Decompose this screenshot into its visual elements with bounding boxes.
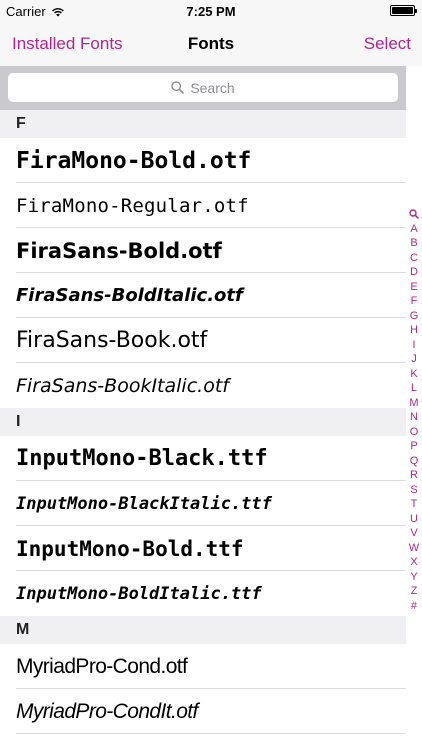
select-button[interactable]: Select: [364, 34, 411, 54]
battery-icon: [390, 5, 417, 16]
index-letter[interactable]: F: [409, 294, 419, 309]
index-letter[interactable]: E: [409, 280, 419, 295]
index-letter[interactable]: X: [409, 555, 419, 570]
index-letter[interactable]: S: [409, 483, 419, 498]
search-input[interactable]: Search: [8, 73, 398, 102]
index-letter[interactable]: Z: [409, 584, 419, 599]
index-letter[interactable]: P: [409, 439, 419, 454]
index-search-icon[interactable]: [409, 207, 419, 222]
index-letter[interactable]: T: [409, 497, 419, 512]
font-row[interactable]: MyriadPro-Cond.otf: [0, 644, 406, 689]
font-name: FiraSans-BoldItalic.otf: [16, 285, 243, 306]
font-name: FiraMono-Regular.otf: [16, 194, 249, 217]
font-name: InputMono-Black.ttf: [16, 446, 268, 471]
font-row[interactable]: InputMono-BoldItalic.ttf: [0, 571, 406, 616]
index-letter[interactable]: Q: [409, 454, 419, 469]
index-letter[interactable]: V: [409, 526, 419, 541]
navigation-bar: Installed Fonts Fonts Select: [0, 22, 422, 66]
font-row[interactable]: FiraMono-Regular.otf: [0, 183, 406, 228]
index-letter[interactable]: B: [409, 236, 419, 251]
index-letter[interactable]: L: [409, 381, 419, 396]
index-letter[interactable]: W: [409, 541, 419, 556]
status-time: 7:25 PM: [186, 4, 236, 19]
section-index[interactable]: A B C D E F G H I J K L M N O P Q R S T U V W X Y Z #: [406, 207, 422, 613]
index-letter[interactable]: U: [409, 512, 419, 527]
font-name: InputMono-BoldItalic.ttf: [16, 583, 262, 604]
status-bar: Carrier 7:25 PM: [0, 0, 422, 22]
index-letter[interactable]: H: [409, 323, 419, 338]
index-letter[interactable]: I: [409, 338, 419, 353]
font-name: FiraSans-BookItalic.otf: [16, 374, 229, 397]
font-row[interactable]: InputMono-Bold.ttf: [0, 526, 406, 571]
index-letter[interactable]: R: [409, 468, 419, 483]
font-name: FiraSans-Bold.otf: [16, 238, 222, 263]
font-name: FiraMono-Bold.otf: [16, 147, 252, 174]
font-row[interactable]: MyriadPro-CondIt.otf: [0, 689, 406, 734]
index-letter[interactable]: N: [409, 410, 419, 425]
section-header-f: F: [0, 110, 406, 138]
installed-fonts-back-button[interactable]: Installed Fonts: [12, 34, 123, 54]
index-letter[interactable]: C: [409, 251, 419, 266]
font-name: MyriadPro-CondIt.otf: [16, 699, 198, 723]
font-row[interactable]: FiraSans-BookItalic.otf: [0, 363, 406, 408]
font-row[interactable]: FiraSans-Book.otf: [0, 318, 406, 363]
index-letter[interactable]: Y: [409, 570, 419, 585]
font-row[interactable]: FiraSans-BoldItalic.otf: [0, 273, 406, 318]
font-name: InputMono-BlackItalic.ttf: [16, 493, 272, 514]
index-letter[interactable]: M: [409, 396, 419, 411]
search-icon: [171, 81, 185, 94]
index-letter[interactable]: D: [409, 265, 419, 280]
index-letter[interactable]: #: [409, 599, 419, 614]
index-letter[interactable]: A: [409, 222, 419, 237]
font-row[interactable]: FiraSans-Bold.otf: [0, 228, 406, 273]
font-list: F FiraMono-Bold.otf FiraMono-Regular.otf…: [0, 110, 406, 734]
search-placeholder: Search: [190, 79, 235, 96]
font-name: MyriadPro-Cond.otf: [16, 654, 188, 678]
section-header-m: M: [0, 616, 406, 644]
index-letter[interactable]: O: [409, 425, 419, 440]
font-name: FiraSans-Book.otf: [16, 328, 208, 353]
section-header-i: I: [0, 408, 406, 436]
search-bar: Search: [0, 66, 406, 110]
font-row[interactable]: InputMono-Black.ttf: [0, 436, 406, 481]
index-letter[interactable]: G: [409, 309, 419, 324]
index-letter[interactable]: K: [409, 367, 419, 382]
font-row[interactable]: InputMono-BlackItalic.ttf: [0, 481, 406, 526]
index-letter[interactable]: J: [409, 352, 419, 367]
font-row[interactable]: FiraMono-Bold.otf: [0, 138, 406, 183]
font-name: InputMono-Bold.ttf: [16, 536, 244, 561]
